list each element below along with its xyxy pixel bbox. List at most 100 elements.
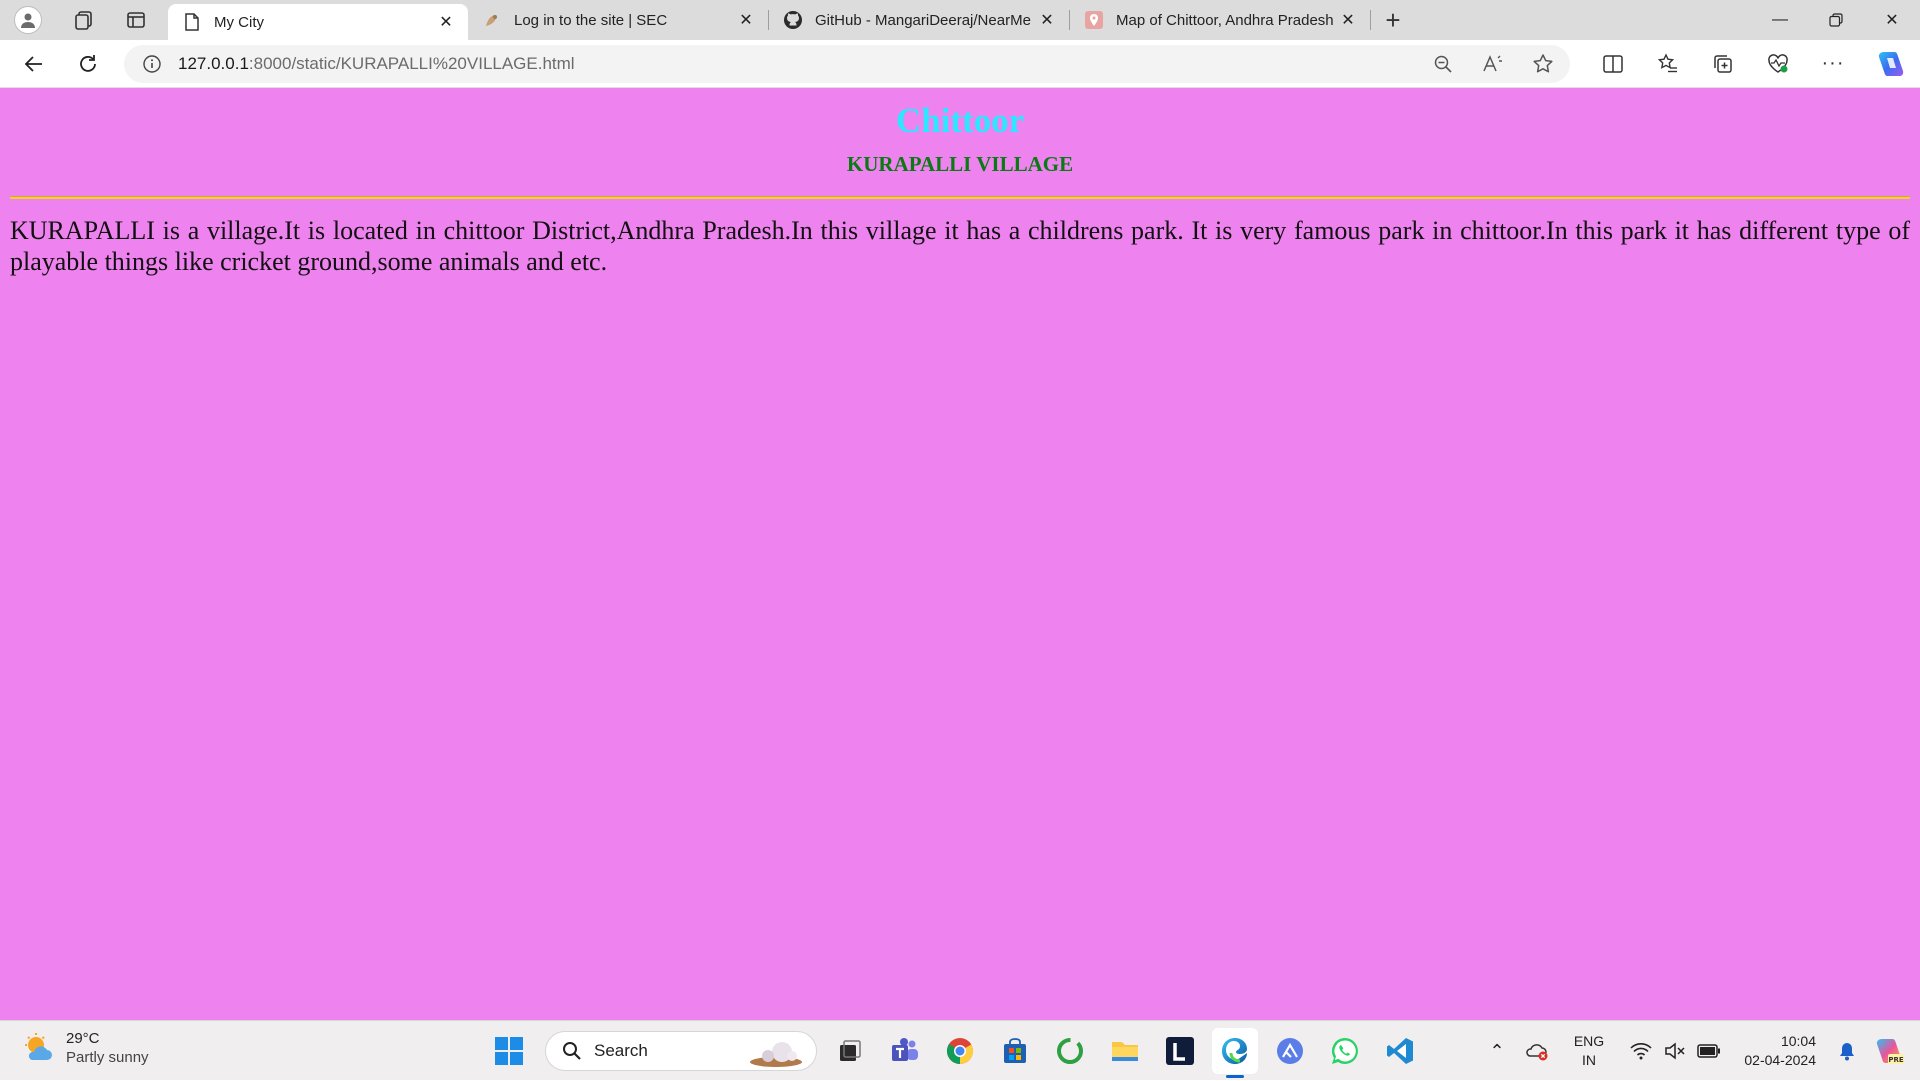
notifications-button[interactable] [1830, 1034, 1864, 1068]
copilot-taskbar-button[interactable]: PRE [1872, 1034, 1906, 1068]
minimize-button[interactable]: — [1752, 0, 1808, 40]
zoom-button[interactable] [1426, 47, 1460, 81]
refresh-button[interactable] [68, 44, 108, 84]
collections-button[interactable] [1701, 44, 1745, 84]
language-indicator[interactable]: ENG IN [1564, 1032, 1614, 1070]
close-icon: ✕ [1885, 12, 1899, 29]
restore-button[interactable] [1808, 0, 1864, 40]
letter-l-app-icon [1166, 1037, 1194, 1065]
heart-pulse-icon [1768, 53, 1788, 73]
volume-status[interactable] [1658, 1034, 1692, 1068]
refresh-icon [80, 54, 96, 72]
favorite-button[interactable] [1526, 47, 1560, 81]
tab-actions-icon [127, 12, 145, 28]
chrome-app[interactable] [937, 1028, 983, 1074]
back-arrow-icon [24, 55, 42, 72]
edge-icon [1222, 1038, 1247, 1064]
search-label: Search [594, 1041, 648, 1060]
affinity-app[interactable] [1267, 1028, 1313, 1074]
weather-description: Partly sunny [66, 1049, 149, 1066]
svg-text:PRE: PRE [1888, 1056, 1904, 1064]
plus-icon: + [1385, 4, 1401, 35]
site-info-icon[interactable] [140, 52, 164, 76]
workspaces-button[interactable] [64, 0, 104, 40]
vertical-tabs-button[interactable] [116, 0, 156, 40]
read-aloud-button[interactable] [1476, 47, 1510, 81]
tab-my-city[interactable]: My City ✕ [168, 4, 468, 40]
collections-icon [1714, 54, 1732, 73]
taskbar-apps: Search [486, 1021, 1432, 1081]
vscode-icon [1387, 1038, 1413, 1064]
favorites-button[interactable] [1646, 44, 1690, 84]
web-page: Chittoor KURAPALLI VILLAGE KURAPALLI is … [0, 88, 1920, 1020]
more-icon: ··· [1821, 52, 1845, 74]
tab-sec-login[interactable]: Log in to the site | SEC ✕ [468, 0, 768, 40]
url-path: :8000/static/KURAPALLI%20VILLAGE.html [248, 53, 575, 73]
teams-icon [892, 1038, 918, 1061]
tab-strip: My City ✕ Log in to the site | SEC ✕ Git… [0, 0, 1920, 40]
chevron-up-icon: ⌃ [1489, 1040, 1505, 1061]
address-bar[interactable]: 127.0.0.1:8000/static/KURAPALLI%20VILLAG… [124, 44, 1570, 83]
whatsapp-app[interactable] [1322, 1028, 1368, 1074]
copilot-pre-icon: PRE [1876, 1039, 1904, 1064]
vscode-app[interactable] [1377, 1028, 1423, 1074]
refresh-app[interactable] [1047, 1028, 1093, 1074]
partly-sunny-icon [25, 1033, 52, 1060]
battery-status[interactable] [1692, 1034, 1726, 1068]
clock-time: 10:04 [1780, 1033, 1816, 1049]
horizontal-rule [10, 196, 1910, 199]
close-tab-icon[interactable]: ✕ [736, 10, 756, 30]
site-icon [482, 10, 502, 30]
browser-essentials-button[interactable] [1756, 44, 1800, 84]
read-aloud-icon [1483, 54, 1502, 71]
task-view-button[interactable] [827, 1028, 873, 1074]
close-tab-icon[interactable]: ✕ [436, 12, 456, 32]
tab-map-chittoor[interactable]: Map of Chittoor, Andhra Pradesh ✕ [1070, 0, 1370, 40]
store-app[interactable] [992, 1028, 1038, 1074]
settings-more-button[interactable]: ··· [1811, 44, 1855, 84]
onedrive-status[interactable] [1520, 1034, 1554, 1068]
tab-title: My City [214, 13, 264, 31]
triangle-app-icon [1277, 1038, 1303, 1064]
tab-title: Log in to the site | SEC [514, 11, 668, 29]
weather-widget[interactable]: 29°C Partly sunny [22, 1029, 149, 1067]
tab-title: Map of Chittoor, Andhra Pradesh [1116, 11, 1334, 29]
chrome-icon [946, 1038, 974, 1065]
tab-github[interactable]: GitHub - MangariDeeraj/NearMe ✕ [769, 0, 1069, 40]
start-button[interactable] [486, 1028, 532, 1074]
clock[interactable]: 10:04 02-04-2024 [1726, 1032, 1816, 1070]
windows-icon [495, 1037, 523, 1065]
file-explorer-app[interactable] [1102, 1028, 1148, 1074]
edge-app[interactable] [1212, 1028, 1258, 1078]
l-app[interactable] [1157, 1028, 1203, 1074]
region-code: IN [1582, 1052, 1596, 1068]
search-icon [563, 1042, 581, 1060]
task-view-icon [840, 1040, 861, 1061]
store-icon [1004, 1038, 1026, 1063]
back-button[interactable] [14, 44, 54, 84]
profile-button[interactable] [8, 0, 48, 40]
split-screen-icon [1603, 54, 1623, 73]
wifi-status[interactable] [1624, 1034, 1658, 1068]
page-subtitle: KURAPALLI VILLAGE [846, 152, 1074, 176]
workspaces-icon [75, 11, 92, 30]
green-circle-app-icon [1057, 1038, 1083, 1064]
language-code: ENG [1573, 1033, 1605, 1049]
close-window-button[interactable]: ✕ [1864, 0, 1920, 40]
profile-icon [14, 6, 42, 34]
window-controls: — ✕ [1752, 0, 1920, 40]
cloud-error-icon [1526, 1044, 1548, 1061]
map-pin-icon [1084, 10, 1104, 30]
zoom-out-icon [1434, 55, 1452, 73]
show-hidden-icons-button[interactable]: ⌃ [1480, 1034, 1514, 1068]
new-tab-button[interactable]: + [1371, 0, 1415, 40]
copilot-button[interactable] [1869, 44, 1913, 84]
close-tab-icon[interactable]: ✕ [1037, 10, 1057, 30]
teams-app[interactable] [882, 1028, 928, 1074]
close-tab-icon[interactable]: ✕ [1338, 10, 1358, 30]
page-title: Chittoor [895, 101, 1025, 140]
taskbar-search[interactable]: Search [545, 1031, 817, 1071]
minimize-icon: — [1772, 11, 1788, 28]
split-screen-button[interactable] [1591, 44, 1635, 84]
restore-icon [1829, 13, 1843, 27]
